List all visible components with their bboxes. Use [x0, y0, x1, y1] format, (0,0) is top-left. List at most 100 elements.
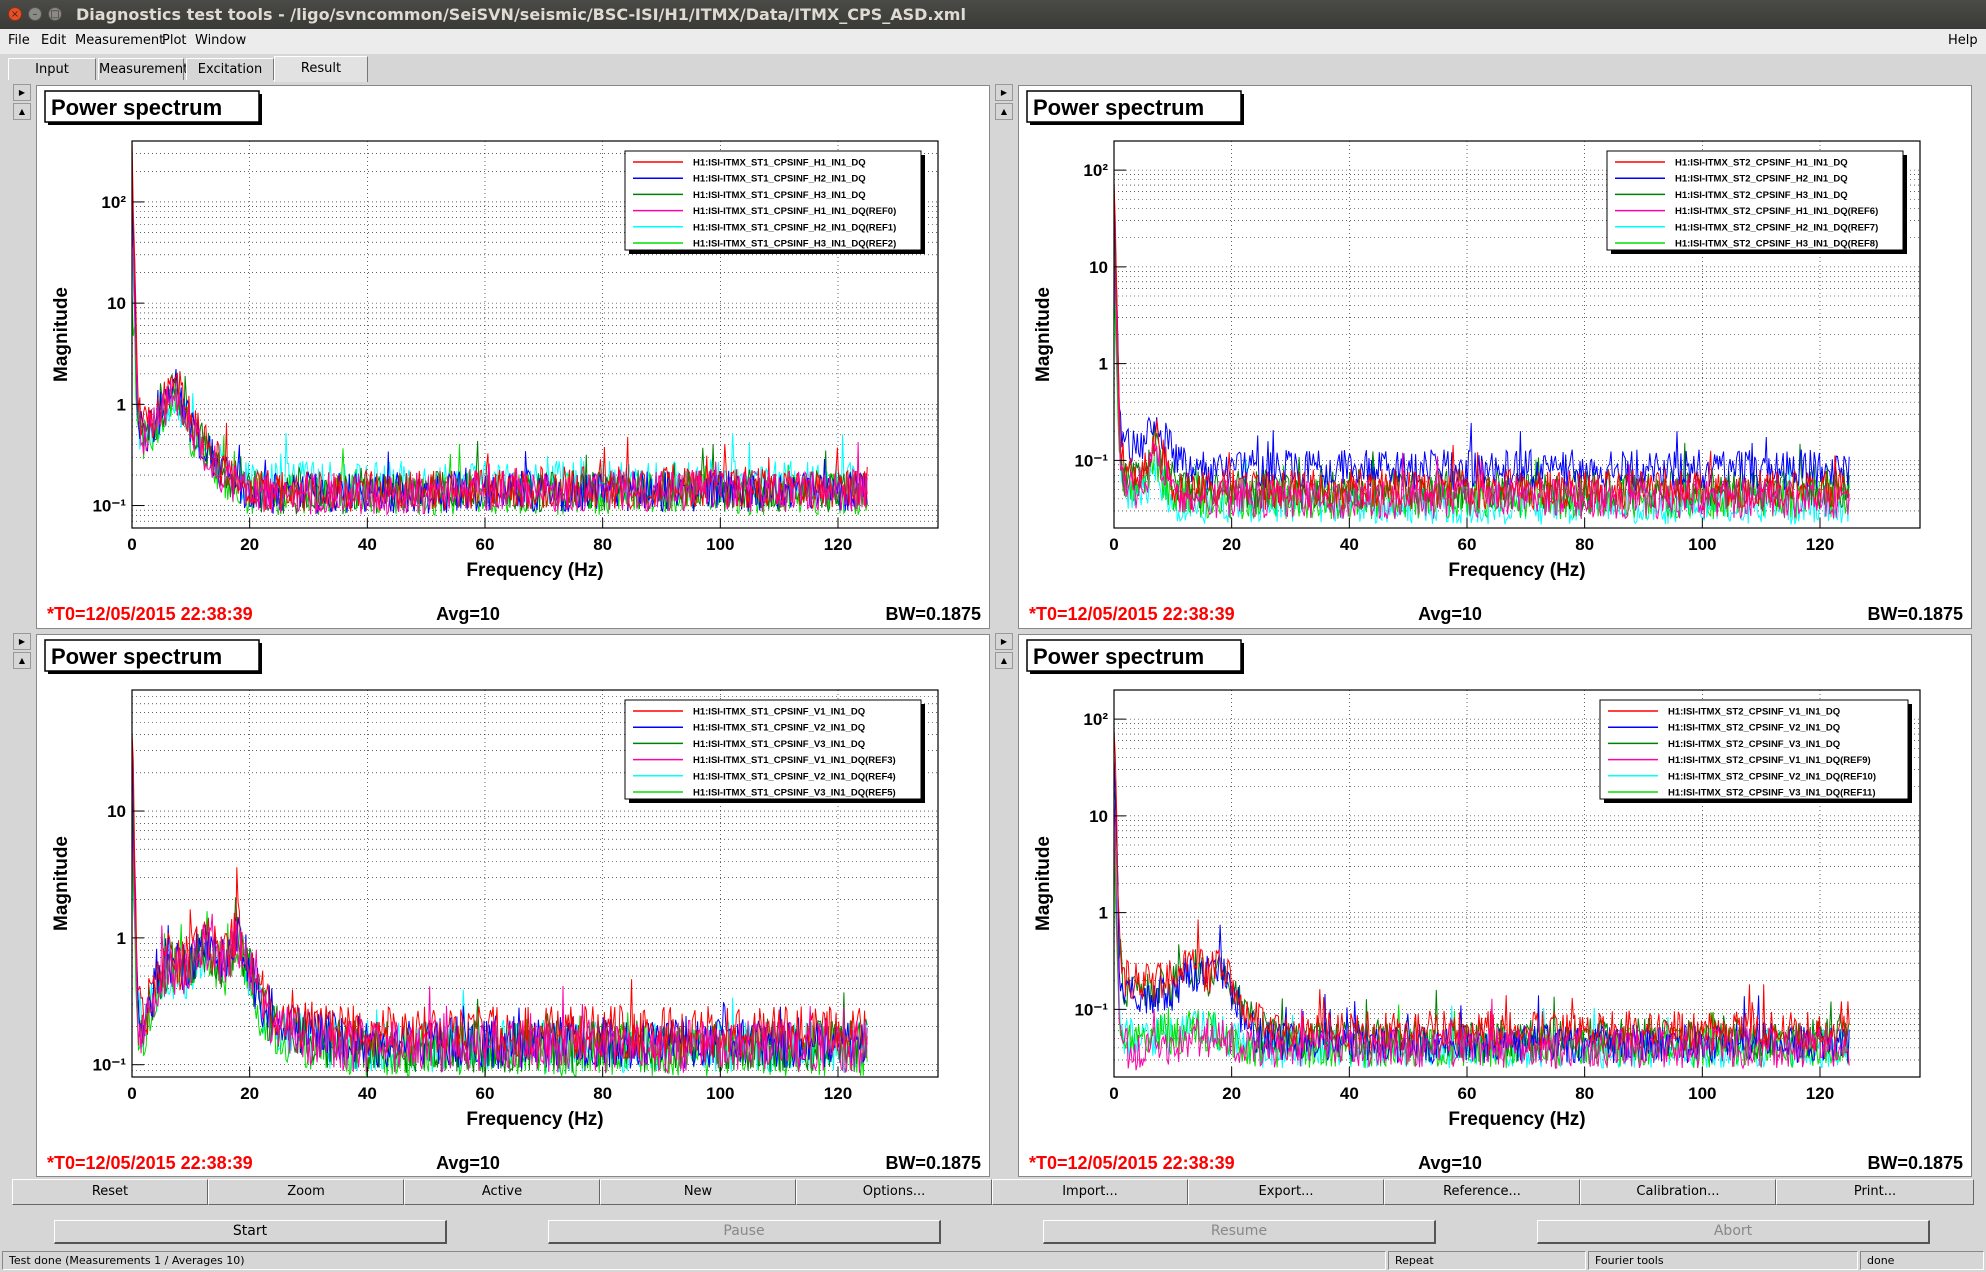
y-tick-label: 10 [107, 802, 126, 821]
x-axis-label: Frequency (Hz) [1448, 1109, 1585, 1130]
menu-file[interactable]: File [8, 33, 30, 48]
legend-entry: H1:ISI-ITMX_ST1_CPSINF_H3_IN1_DQ [693, 190, 866, 201]
legend-entry: H1:ISI-ITMX_ST1_CPSINF_V2_IN1_DQ(REF4) [693, 771, 896, 782]
options-button[interactable]: Options... [796, 1179, 992, 1205]
scroll-up-icon[interactable]: ▲ [995, 652, 1013, 669]
average-count: Avg=10 [436, 604, 500, 624]
legend-entry: H1:ISI-ITMX_ST2_CPSINF_H1_IN1_DQ [1675, 158, 1848, 169]
scroll-up-icon[interactable]: ▲ [13, 103, 31, 120]
plot-canvas[interactable]: Power spectrum 0 20 40 60 80 100 120 10⁻¹ 1 10 10² F… [1019, 635, 1972, 1177]
legend-entry: H1:ISI-ITMX_ST1_CPSINF_H2_IN1_DQ [693, 174, 866, 185]
scroll-right-icon[interactable]: ▶ [13, 84, 31, 101]
tab-measurement[interactable]: Measurement [98, 58, 188, 80]
scroll-right-icon[interactable]: ▶ [995, 84, 1013, 101]
bandwidth-value: BW=0.1875 [1867, 1153, 1963, 1173]
y-tick-label: 10⁻¹ [92, 497, 126, 516]
x-tick-label: 20 [240, 535, 259, 554]
menu-measurement[interactable]: Measurement [75, 33, 164, 48]
legend-entry: H1:ISI-ITMX_ST2_CPSINF_H2_IN1_DQ(REF7) [1675, 222, 1878, 233]
legend-entry: H1:ISI-ITMX_ST2_CPSINF_V2_IN1_DQ(REF10) [1668, 771, 1876, 782]
bandwidth-value: BW=0.1875 [1867, 604, 1963, 624]
plot-canvas[interactable]: Power spectrum 0 20 40 60 80 100 120 10⁻¹ 1 10 Freq… [37, 635, 990, 1177]
plot-pad-4[interactable]: Power spectrum 0 20 40 60 80 100 120 10⁻¹ 1 10 10² F… [1018, 634, 1972, 1177]
reset-button[interactable]: Reset [12, 1179, 208, 1205]
import-button[interactable]: Import... [992, 1179, 1188, 1205]
legend-entry: H1:ISI-ITMX_ST2_CPSINF_V3_IN1_DQ [1668, 739, 1840, 750]
scroll-right-icon[interactable]: ▶ [995, 633, 1013, 650]
reference-button[interactable]: Reference... [1384, 1179, 1580, 1205]
legend-entry: H1:ISI-ITMX_ST1_CPSINF_V2_IN1_DQ [693, 723, 865, 734]
close-window-button[interactable]: × [8, 7, 22, 21]
new-button[interactable]: New [600, 1179, 796, 1205]
export-button[interactable]: Export... [1188, 1179, 1384, 1205]
x-tick-label: 20 [1222, 1084, 1241, 1103]
legend-entry: H1:ISI-ITMX_ST1_CPSINF_V3_IN1_DQ [693, 739, 865, 750]
pad-scroll-buttons-3: ▶ ▲ [13, 633, 33, 671]
active-button[interactable]: Active [404, 1179, 600, 1205]
menu-window[interactable]: Window [195, 33, 246, 48]
plot-title-box: Power spectrum [1026, 639, 1244, 674]
legend-entry: H1:ISI-ITMX_ST1_CPSINF_V3_IN1_DQ(REF5) [693, 788, 896, 799]
plot-title-box: Power spectrum [44, 639, 262, 674]
plot-canvas[interactable]: Power spectrum 0 20 40 60 80 100 120 10⁻¹ 1 10 10² F… [1019, 86, 1972, 629]
calibration-button[interactable]: Calibration... [1580, 1179, 1776, 1205]
x-axis-label: Frequency (Hz) [466, 1109, 603, 1130]
graph-toolbar: Reset Zoom Active New Options... Import.… [12, 1179, 1974, 1207]
x-axis-label: Frequency (Hz) [466, 560, 603, 581]
abort-button[interactable]: Abort [1537, 1220, 1930, 1244]
x-tick-label: 100 [706, 1084, 734, 1103]
status-mode: Repeat [1388, 1251, 1586, 1270]
legend-entry: H1:ISI-ITMX_ST2_CPSINF_V1_IN1_DQ [1668, 707, 1840, 718]
x-tick-label: 100 [1688, 1084, 1716, 1103]
status-state: done [1860, 1251, 1984, 1270]
start-button[interactable]: Start [54, 1220, 447, 1244]
scroll-right-icon[interactable]: ▶ [13, 633, 31, 650]
title-bar: × – □ Diagnostics test tools - /ligo/svn… [0, 0, 1986, 29]
legend-entry: H1:ISI-ITMX_ST2_CPSINF_H3_IN1_DQ [1675, 190, 1848, 201]
status-tool: Fourier tools [1588, 1251, 1858, 1270]
menu-plot[interactable]: Plot [162, 33, 187, 48]
x-tick-label: 40 [358, 535, 377, 554]
tab-excitation[interactable]: Excitation [186, 58, 274, 80]
menu-help[interactable]: Help [1948, 33, 1978, 48]
legend-entry: H1:ISI-ITMX_ST2_CPSINF_V2_IN1_DQ [1668, 723, 1840, 734]
resume-button[interactable]: Resume [1043, 1220, 1436, 1244]
y-tick-label: 1 [1099, 904, 1108, 923]
plot-pad-2[interactable]: Power spectrum 0 20 40 60 80 100 120 10⁻¹ 1 10 10² F… [1018, 85, 1972, 629]
tab-input[interactable]: Input [8, 58, 96, 80]
plot-legend: H1:ISI-ITMX_ST1_CPSINF_H1_IN1_DQ H1:ISI-I… [624, 150, 925, 254]
legend-entry: H1:ISI-ITMX_ST1_CPSINF_H3_IN1_DQ(REF2) [693, 239, 896, 250]
plot-canvas[interactable]: Power spectrum 0 20 40 60 80 100 120 10⁻¹ 1 10 10² F… [37, 86, 990, 629]
zoom-button[interactable]: Zoom [208, 1179, 404, 1205]
x-tick-label: 120 [1806, 1084, 1834, 1103]
pad-scroll-buttons-2: ▶ ▲ [995, 84, 1015, 122]
x-tick-label: 20 [1222, 535, 1241, 554]
tab-bar: Input Measurement Excitation Result [0, 54, 1986, 84]
legend-entry: H1:ISI-ITMX_ST2_CPSINF_V3_IN1_DQ(REF11) [1668, 788, 1875, 799]
legend-entry: H1:ISI-ITMX_ST2_CPSINF_H3_IN1_DQ(REF8) [1675, 239, 1878, 250]
x-tick-label: 80 [1575, 1084, 1594, 1103]
plot-title-box: Power spectrum [1026, 90, 1244, 125]
x-tick-label: 80 [593, 535, 612, 554]
x-tick-label: 40 [1340, 1084, 1359, 1103]
plot-title: Power spectrum [51, 95, 222, 120]
print-button[interactable]: Print... [1776, 1179, 1974, 1205]
x-tick-label: 0 [1109, 535, 1118, 554]
window-title: Diagnostics test tools - /ligo/svncommon… [76, 5, 966, 24]
y-tick-label: 10⁻¹ [1074, 451, 1108, 470]
y-tick-label: 1 [1099, 355, 1108, 374]
menu-edit[interactable]: Edit [41, 33, 66, 48]
y-tick-label: 10 [1089, 807, 1108, 826]
x-tick-label: 40 [1340, 535, 1359, 554]
pause-button[interactable]: Pause [548, 1220, 941, 1244]
legend-entry: H1:ISI-ITMX_ST1_CPSINF_V1_IN1_DQ [693, 707, 865, 718]
x-tick-label: 60 [476, 535, 495, 554]
scroll-up-icon[interactable]: ▲ [995, 103, 1013, 120]
scroll-up-icon[interactable]: ▲ [13, 652, 31, 669]
maximize-window-button[interactable]: □ [48, 7, 62, 21]
tab-result[interactable]: Result [274, 56, 368, 82]
x-tick-label: 60 [476, 1084, 495, 1103]
plot-pad-3[interactable]: Power spectrum 0 20 40 60 80 100 120 10⁻¹ 1 10 Freq… [36, 634, 990, 1177]
minimize-window-button[interactable]: – [28, 7, 42, 21]
plot-pad-1[interactable]: Power spectrum 0 20 40 60 80 100 120 10⁻¹ 1 10 10² F… [36, 85, 990, 629]
